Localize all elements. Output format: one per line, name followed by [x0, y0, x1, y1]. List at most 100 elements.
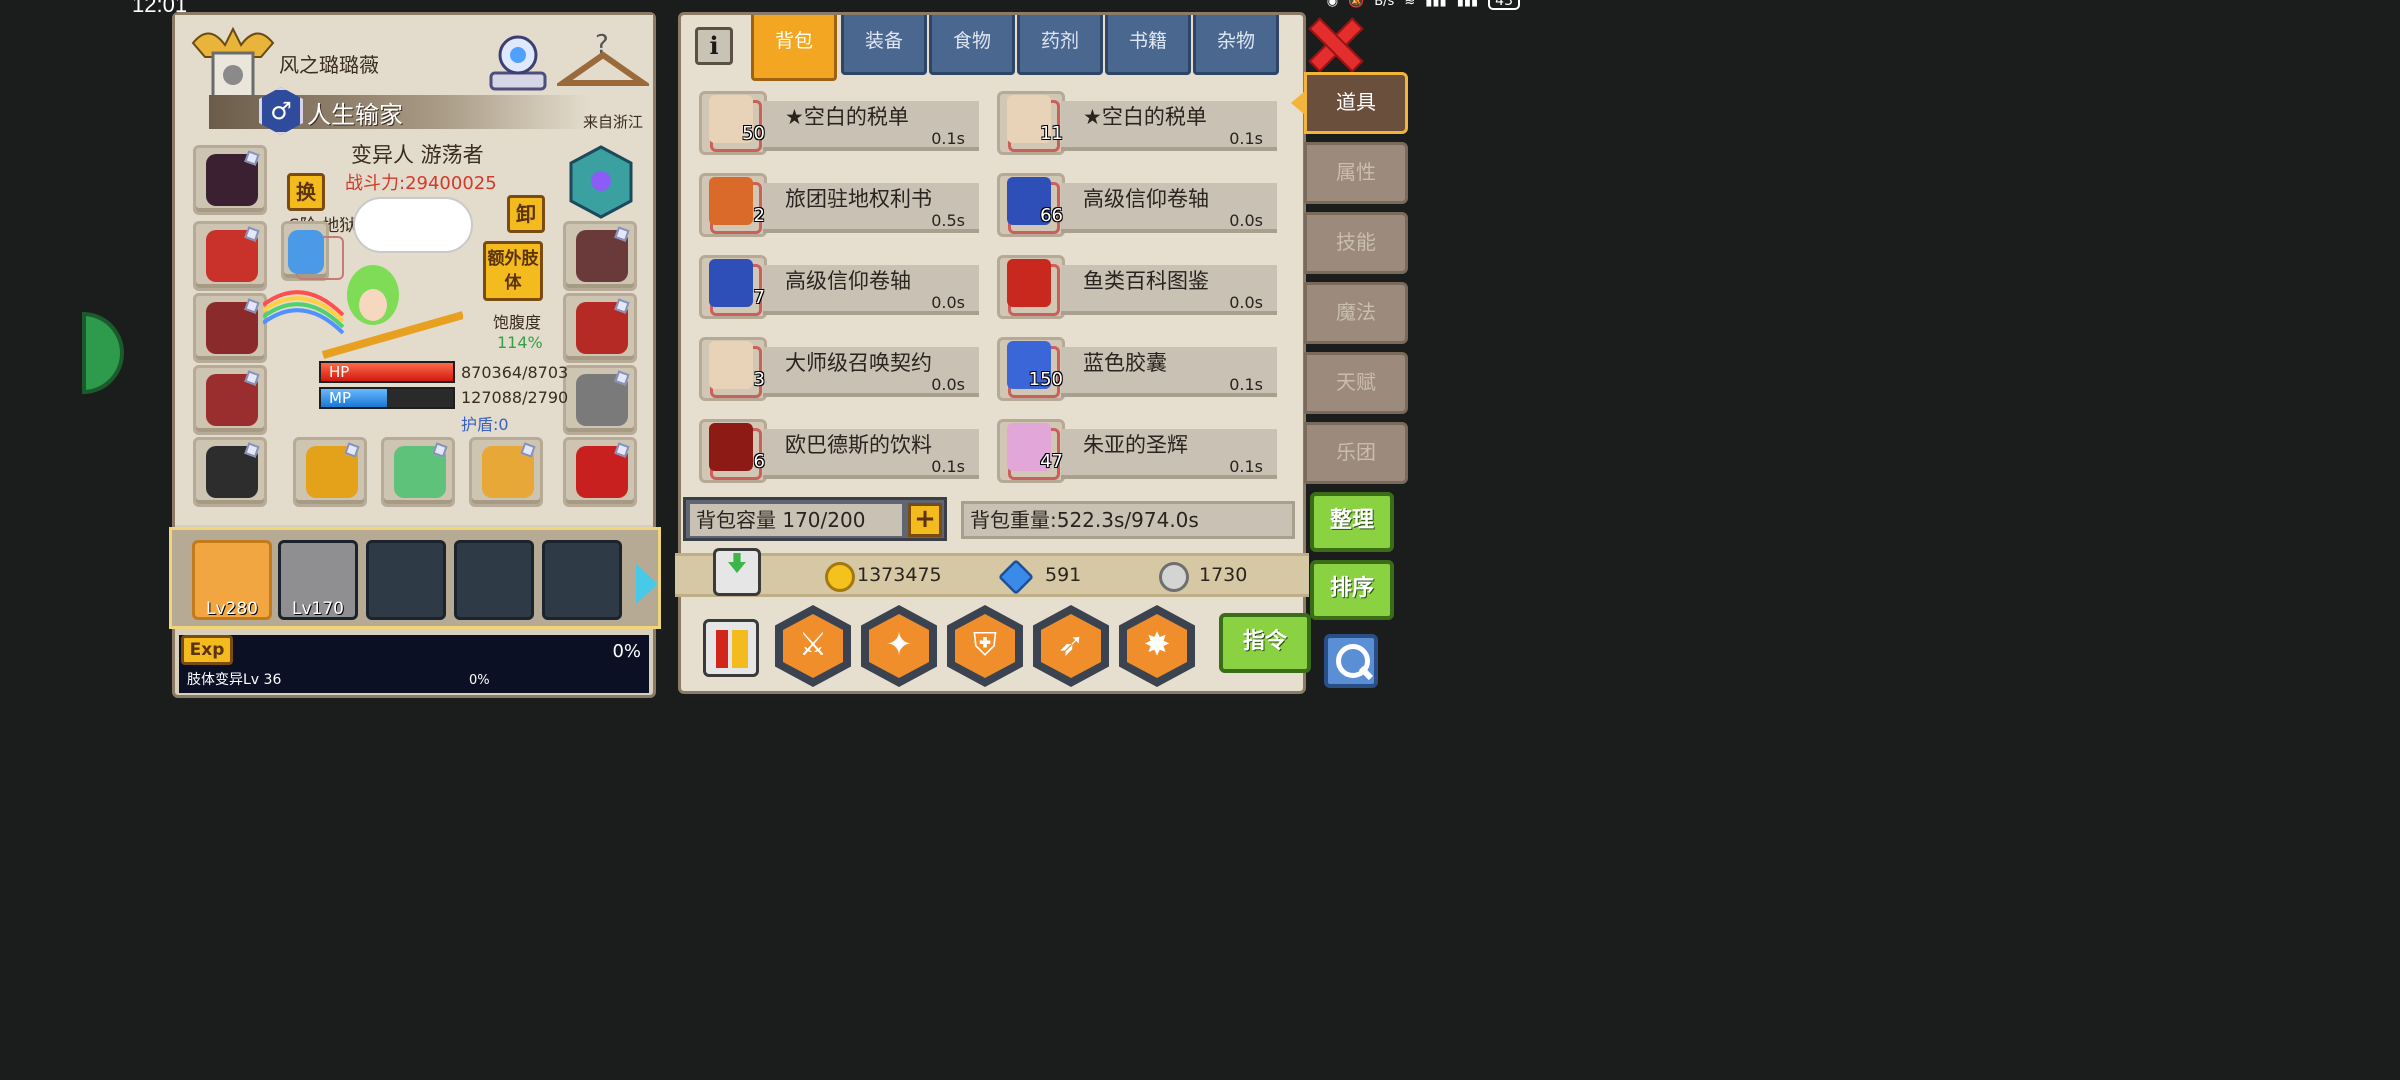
equip-slot-amulet[interactable] — [193, 221, 267, 291]
item-count: 150 — [1028, 369, 1063, 390]
item-weight: 0.1s — [1229, 129, 1263, 148]
item-name: 旅团驻地权利书 — [785, 187, 932, 211]
character-area: 风之璐璐薇 ? ♂ 人生输家 来自浙江 变异人 游荡者 战斗力:29400025… — [175, 15, 653, 525]
list-item[interactable]: 50 ★空白的税单 0.1s — [693, 87, 979, 157]
party-member-2[interactable]: Lv170 — [278, 540, 358, 620]
item-weight: 0.1s — [1229, 457, 1263, 476]
skill-slot-1[interactable]: ⚔ — [775, 605, 851, 687]
equip-slot-weapon-1[interactable] — [293, 437, 367, 507]
skill-slot-5[interactable]: ✸ — [1119, 605, 1195, 687]
exp-percent: 0% — [612, 641, 641, 662]
list-item[interactable]: 66 高级信仰卷轴 0.0s — [991, 169, 1277, 239]
diamond-icon — [997, 558, 1035, 596]
battery-icon: 43 — [1488, 0, 1520, 10]
gold-coin-icon — [825, 562, 855, 592]
tab-books[interactable]: 书籍 — [1105, 15, 1191, 75]
shuriken-skill-icon: ✦ — [885, 625, 913, 663]
exp-bar: Exp 0% 肢体变异Lv 36 0% — [179, 635, 649, 693]
character-title: 人生输家 — [307, 101, 403, 129]
tab-equipment[interactable]: 装备 — [841, 15, 927, 75]
party-bar: Lv280 Lv170 — [169, 527, 661, 629]
tab-bag[interactable]: 背包 — [751, 15, 837, 81]
close-icon[interactable] — [1306, 18, 1360, 68]
equip-slot-weapon-3[interactable] — [469, 437, 543, 507]
equip-slot-helmet[interactable] — [193, 145, 267, 215]
tab-potion[interactable]: 药剂 — [1017, 15, 1103, 75]
hex-emblem-icon[interactable] — [569, 145, 633, 219]
satiety-value: 114% — [497, 333, 543, 352]
hp-bar: HP — [319, 361, 455, 383]
side-tab-band[interactable]: 乐团 — [1304, 422, 1408, 484]
extra-item-icon — [288, 230, 324, 274]
side-tab-attributes[interactable]: 属性 — [1304, 142, 1408, 204]
side-tab-skills[interactable]: 技能 — [1304, 212, 1408, 274]
sort-order-button[interactable]: 排序 — [1310, 560, 1394, 620]
item-name: 朱亚的圣辉 — [1083, 433, 1188, 457]
bag-capacity: 背包容量 170/200 + — [683, 497, 947, 541]
character-name: 风之璐璐薇 — [279, 53, 379, 77]
skill-slot-4[interactable]: ➶ — [1033, 605, 1109, 687]
item-count: 2 — [753, 205, 765, 226]
extra-limb-button[interactable]: 额外肢体 — [483, 241, 543, 301]
equip-slot-weapon-2[interactable] — [381, 437, 455, 507]
item-weight: 0.5s — [931, 211, 965, 230]
list-item[interactable]: 3 大师级召唤契约 0.0s — [693, 333, 979, 403]
search-icon[interactable] — [1324, 634, 1378, 688]
hp-label: HP — [329, 363, 350, 381]
item-name: 大师级召唤契约 — [785, 351, 932, 375]
skill-bar: ⚔ ✦ ⛨ ➶ ✸ 指令 — [699, 603, 1311, 691]
skill-slot-3[interactable]: ⛨ — [947, 605, 1023, 687]
side-tab-items[interactable]: 道具 — [1291, 72, 1408, 134]
tab-food[interactable]: 食物 — [929, 15, 1015, 75]
item-name: ★空白的税单 — [1083, 105, 1207, 129]
signal-icon-2: ▮▮▮ — [1456, 0, 1479, 9]
party-member-level: Lv170 — [292, 599, 344, 619]
party-member-3[interactable] — [366, 540, 446, 620]
expand-bag-button[interactable]: + — [908, 503, 942, 537]
list-item[interactable]: 7 高级信仰卷轴 0.0s — [693, 251, 979, 321]
party-next-arrow-icon[interactable] — [636, 564, 658, 604]
equip-slot-gloves[interactable] — [563, 221, 637, 291]
list-item[interactable]: 11 ★空白的税单 0.1s — [991, 87, 1277, 157]
item-weight: 0.0s — [931, 293, 965, 312]
character-class: 变异人 游荡者 — [351, 143, 484, 167]
command-button[interactable]: 指令 — [1219, 613, 1311, 673]
swap-button[interactable]: 换 — [287, 173, 325, 211]
list-item[interactable]: 150 蓝色胶囊 0.1s — [991, 333, 1277, 403]
deposit-store-icon[interactable] — [713, 548, 761, 596]
shield-value: 护盾:0 — [461, 415, 509, 434]
skill-slot-2[interactable]: ✦ — [861, 605, 937, 687]
organize-button[interactable]: 整理 — [1310, 492, 1394, 552]
item-count: 50 — [742, 123, 765, 144]
wardrobe-hanger-icon[interactable]: ? — [557, 27, 649, 91]
item-weight: 0.1s — [1229, 375, 1263, 394]
party-member-5[interactable] — [542, 540, 622, 620]
mp-label: MP — [329, 389, 351, 407]
list-item[interactable]: 6 欧巴德斯的饮料 0.1s — [693, 415, 979, 485]
party-member-4[interactable] — [454, 540, 534, 620]
equip-slot-ring[interactable] — [563, 437, 637, 507]
list-item[interactable]: 2 旅团驻地权利书 0.5s — [693, 169, 979, 239]
side-tab-talent[interactable]: 天赋 — [1304, 352, 1408, 414]
side-tab-magic[interactable]: 魔法 — [1304, 282, 1408, 344]
item-count: 47 — [1040, 451, 1063, 472]
item-count: 11 — [1040, 123, 1063, 144]
equip-slot-belt[interactable] — [563, 293, 637, 363]
item-count: 3 — [753, 369, 765, 390]
unequip-button[interactable]: 卸 — [507, 195, 545, 233]
party-member-1[interactable]: Lv280 — [192, 540, 272, 620]
inventory-panel: i 背包 装备 食物 药剂 书籍 杂物 50 ★空白的税单 0.1s 11 ★空… — [675, 12, 1311, 694]
floating-assistant-button[interactable] — [82, 312, 124, 394]
shield-skill-icon: ⛨ — [972, 625, 997, 663]
crystal-altar-icon[interactable] — [485, 25, 551, 95]
info-button[interactable]: i — [695, 27, 733, 65]
equip-slot-device[interactable] — [193, 437, 267, 507]
equip-slot-cloak[interactable] — [193, 365, 267, 435]
item-weight: 0.1s — [931, 457, 965, 476]
list-item[interactable]: 47 朱亚的圣辉 0.1s — [991, 415, 1277, 485]
equip-slot-armor[interactable] — [193, 293, 267, 363]
tab-misc[interactable]: 杂物 — [1193, 15, 1279, 75]
ranking-button[interactable] — [703, 619, 759, 677]
list-item[interactable]: 鱼类百科图鉴 0.0s — [991, 251, 1277, 321]
currency-bar: 1373475 591 1730 — [675, 548, 1309, 597]
